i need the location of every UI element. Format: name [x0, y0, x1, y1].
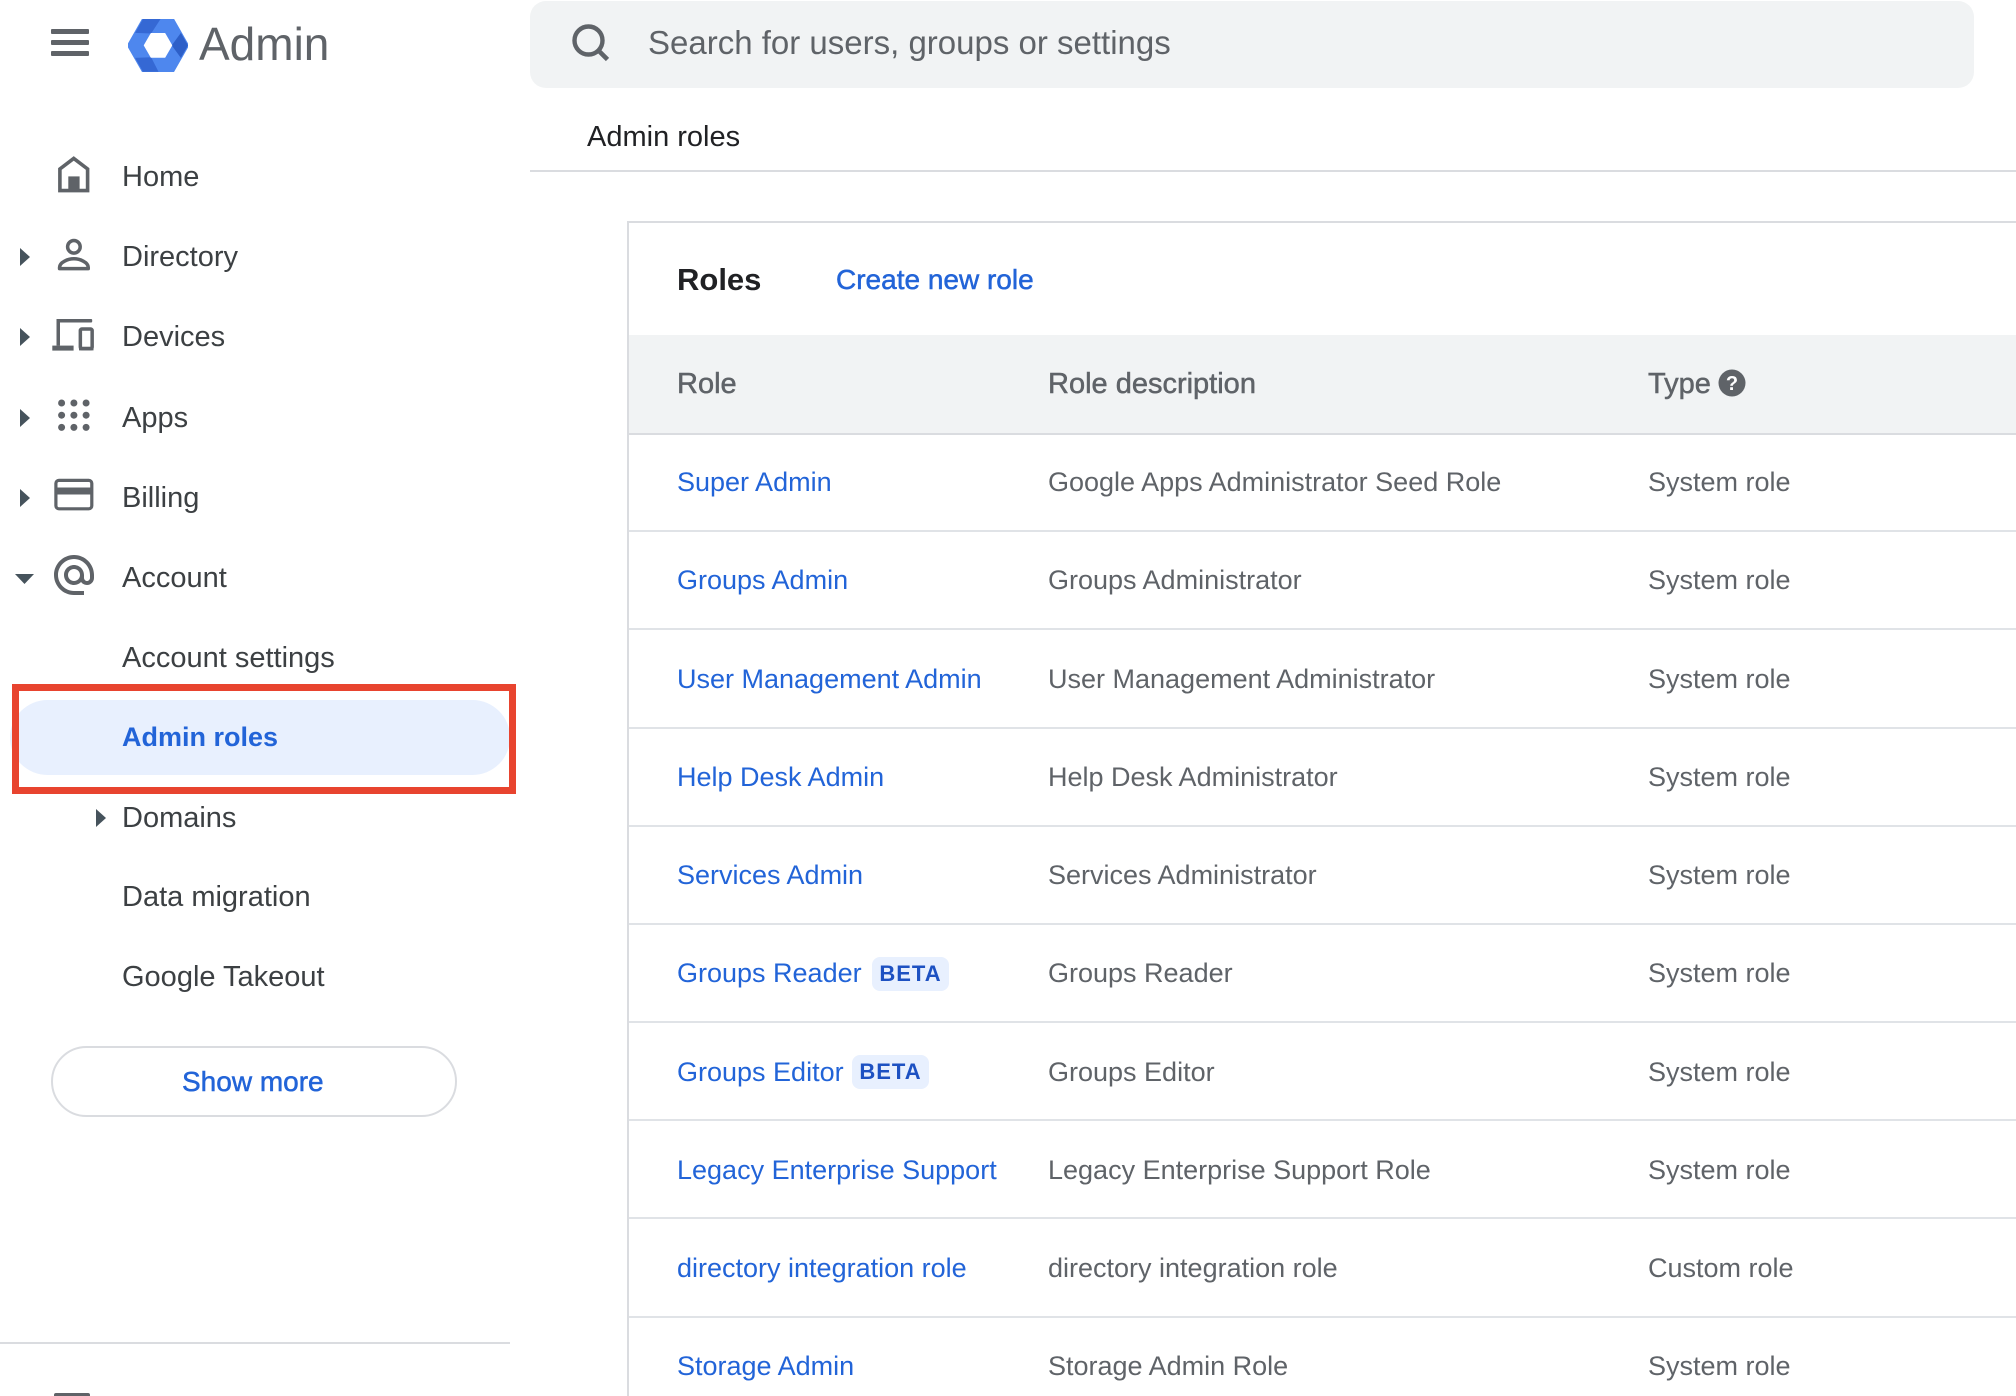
- svg-text:?: ?: [1726, 373, 1738, 395]
